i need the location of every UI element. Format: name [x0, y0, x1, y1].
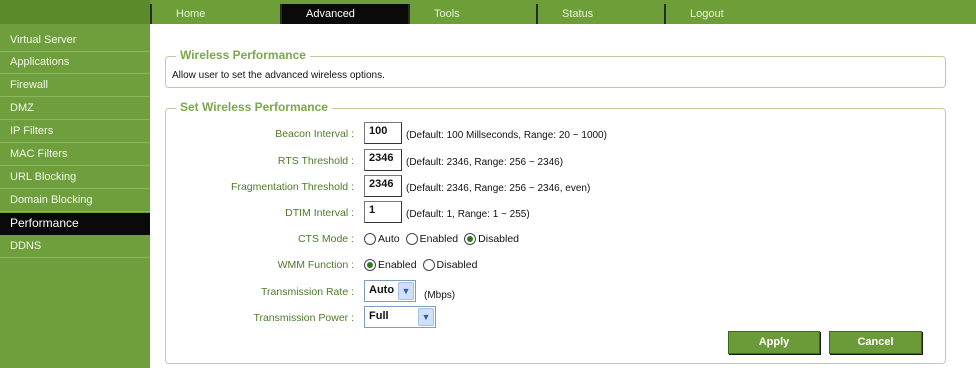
- top-left-pad: [0, 0, 150, 24]
- fragmentation-threshold-input[interactable]: 2346: [364, 175, 402, 197]
- wmm-enabled-label: Enabled: [378, 259, 417, 271]
- cancel-button[interactable]: Cancel: [829, 331, 922, 354]
- dtim-interval-input[interactable]: 1: [364, 201, 402, 223]
- dtim-interval-label: DTIM Interval :: [285, 207, 354, 219]
- sidebar-item-virtual-server[interactable]: Virtual Server: [0, 30, 150, 52]
- cts-mode-disabled-radio[interactable]: [464, 233, 477, 245]
- transmission-power-label: Transmission Power :: [253, 312, 354, 324]
- sidebar: Virtual Server Applications Firewall DMZ…: [0, 24, 150, 368]
- sidebar-item-url-blocking[interactable]: URL Blocking: [0, 167, 150, 189]
- dtim-interval-hint: (Default: 1, Range: 1 ~ 255): [406, 209, 530, 220]
- top-navigation-bar: Home Advanced Tools Status Logout: [0, 0, 976, 24]
- settings-labels: Beacon Interval : RTS Threshold : Fragme…: [156, 0, 354, 368]
- tab-tools[interactable]: Tools: [408, 4, 536, 24]
- tab-status[interactable]: Status: [536, 4, 664, 24]
- apply-button[interactable]: Apply: [728, 331, 820, 354]
- rts-threshold-hint: (Default: 2346, Range: 256 ~ 2346): [406, 157, 564, 168]
- wmm-function-label: WMM Function :: [277, 259, 354, 271]
- sidebar-item-firewall[interactable]: Firewall: [0, 75, 150, 97]
- sidebar-item-applications[interactable]: Applications: [0, 52, 150, 74]
- sidebar-item-performance[interactable]: Performance: [0, 213, 150, 235]
- cts-mode-disabled-label: Disabled: [478, 233, 520, 245]
- wmm-disabled-label: Disabled: [436, 259, 478, 271]
- sidebar-item-dmz[interactable]: DMZ: [0, 98, 150, 120]
- tab-logout[interactable]: Logout: [664, 4, 976, 24]
- cts-mode-enabled-label: Enabled: [419, 233, 459, 245]
- cts-mode-auto-label: Auto: [378, 233, 400, 245]
- chevron-down-icon[interactable]: ▼: [398, 282, 414, 300]
- rts-threshold-input[interactable]: 2346: [364, 149, 402, 171]
- beacon-interval-hint: (Default: 100 Millseconds, Range: 20 ~ 1…: [406, 130, 607, 141]
- fragmentation-threshold-hint: (Default: 2346, Range: 256 ~ 2346, even): [406, 183, 591, 194]
- transmission-rate-unit: (Mbps): [424, 290, 456, 301]
- cts-mode-auto-radio[interactable]: [364, 233, 376, 245]
- wmm-function-radio-group: Enabled Disabled: [364, 259, 483, 271]
- cts-mode-enabled-radio[interactable]: [405, 233, 418, 245]
- transmission-rate-select[interactable]: Auto ▼: [364, 280, 416, 302]
- cts-mode-label: CTS Mode :: [297, 233, 354, 245]
- wmm-disabled-radio[interactable]: [422, 259, 435, 271]
- sidebar-item-mac-filters[interactable]: MAC Filters: [0, 144, 150, 166]
- transmission-rate-label: Transmission Rate :: [261, 286, 354, 298]
- sidebar-item-ddns[interactable]: DDNS: [0, 236, 150, 258]
- transmission-rate-value: Auto: [369, 284, 395, 296]
- sidebar-item-ip-filters[interactable]: IP Filters: [0, 121, 150, 143]
- beacon-interval-input[interactable]: 100: [364, 122, 402, 144]
- transmission-power-select[interactable]: Full ▼: [364, 306, 436, 328]
- fragmentation-threshold-label: Fragmentation Threshold :: [231, 181, 354, 193]
- sidebar-item-domain-blocking[interactable]: Domain Blocking: [0, 190, 150, 212]
- chevron-down-icon[interactable]: ▼: [418, 308, 434, 326]
- cts-mode-radio-group: Auto Enabled Disabled: [364, 233, 525, 245]
- transmission-power-value: Full: [369, 310, 389, 322]
- beacon-interval-label: Beacon Interval :: [275, 128, 354, 140]
- wmm-enabled-radio[interactable]: [364, 259, 376, 271]
- rts-threshold-label: RTS Threshold :: [277, 155, 354, 167]
